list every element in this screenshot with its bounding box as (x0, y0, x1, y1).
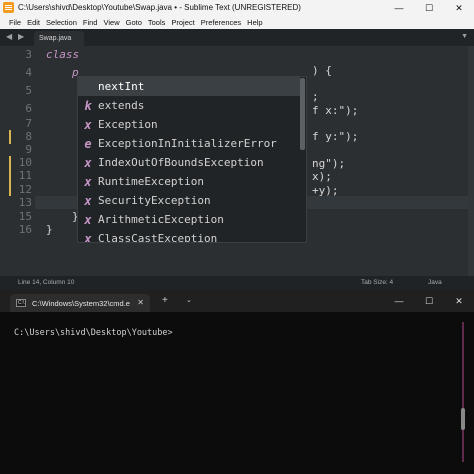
code-fragment: ) { (312, 64, 332, 77)
menu-preferences[interactable]: Preferences (198, 16, 244, 29)
code-fragment: f y:"); (312, 130, 359, 143)
terminal-tab-bar: C:\ C:\Windows\System32\cmd.e ✕ + ⌄ — ☐ … (0, 290, 474, 312)
menu-edit[interactable]: Edit (24, 16, 43, 29)
autocomplete-label: SecurityException (98, 194, 211, 207)
command-prompt[interactable]: C:\Users\shivd\Desktop\Youtube> (14, 328, 173, 338)
modified-line-marker (9, 130, 11, 144)
line-number: 16 (18, 223, 32, 236)
terminal-tab-label: C:\Windows\System32\cmd.e (32, 299, 130, 308)
terminal-window-controls: — ☐ ✕ (384, 290, 474, 312)
code-fragment: x); (312, 170, 332, 183)
terminal-scrollbar-thumb[interactable] (461, 408, 465, 430)
menu-find[interactable]: Find (80, 16, 101, 29)
line-number: 7 (25, 117, 32, 130)
line-number: 4 (25, 66, 32, 79)
title-bar: C:\Users\shivd\Desktop\Youtube\Swap.java… (0, 0, 474, 16)
menu-goto[interactable]: Goto (123, 16, 145, 29)
window-controls: — ☐ ✕ (384, 0, 474, 16)
tab-bar: ◀ ▶ Swap.java ▼ (0, 29, 474, 46)
maximize-icon[interactable]: ☐ (414, 0, 444, 16)
menu-tools[interactable]: Tools (145, 16, 169, 29)
class-kind-icon: x (84, 212, 92, 227)
autocomplete-label: Exception (98, 118, 158, 131)
code-brace: } (46, 223, 53, 236)
autocomplete-popup: nextInt k extends x Exception e Exceptio… (77, 76, 307, 243)
line-number: 15 (18, 210, 32, 223)
terminal-scrollbar-track (462, 322, 464, 462)
autocomplete-item[interactable]: x ArithmeticException (78, 210, 300, 229)
close-icon[interactable]: ✕ (444, 290, 474, 312)
tab-back-icon[interactable]: ◀ (6, 32, 12, 41)
tab-forward-icon[interactable]: ▶ (18, 32, 24, 41)
autocomplete-item[interactable]: x ClassCastException (78, 229, 300, 243)
maximize-icon[interactable]: ☐ (414, 290, 444, 312)
line-number: 8 (25, 130, 32, 143)
autocomplete-scrollbar[interactable] (300, 78, 305, 150)
status-syntax[interactable]: Java (428, 279, 442, 286)
modified-line-marker (9, 156, 11, 196)
class-kind-icon: x (84, 174, 92, 189)
terminal-window: C:\ C:\Windows\System32\cmd.e ✕ + ⌄ — ☐ … (0, 290, 474, 474)
autocomplete-item[interactable]: x Exception (78, 115, 300, 134)
chevron-down-icon[interactable]: ⌄ (186, 296, 192, 304)
code-fragment: ; (312, 90, 319, 103)
minimize-icon[interactable]: — (384, 0, 414, 16)
line-number: 6 (25, 102, 32, 115)
tab-swap-java[interactable]: Swap.java (34, 31, 84, 46)
autocomplete-item[interactable]: x IndexOutOfBoundsException (78, 153, 300, 172)
class-kind-icon: x (84, 117, 92, 132)
autocomplete-label: ArithmeticException (98, 213, 224, 226)
error-kind-icon: e (84, 136, 92, 151)
tab-list-dropdown-icon[interactable]: ▼ (461, 33, 468, 40)
class-kind-icon: x (84, 231, 92, 243)
status-tab-size[interactable]: Tab Size: 4 (361, 279, 393, 286)
code-fragment: f x:"); (312, 104, 359, 117)
autocomplete-label: ClassCastException (98, 232, 218, 243)
window-title: C:\Users\shivd\Desktop\Youtube\Swap.java… (18, 3, 301, 12)
line-number: 3 (25, 48, 32, 61)
code-fragment: +y); (312, 184, 339, 197)
status-cursor-position: Line 14, Column 10 (18, 279, 75, 286)
minimize-icon[interactable]: — (384, 290, 414, 312)
autocomplete-label: RuntimeException (98, 175, 204, 188)
autocomplete-item[interactable]: x RuntimeException (78, 172, 300, 191)
line-number: 12 (18, 183, 32, 196)
menu-file[interactable]: File (6, 16, 24, 29)
sublime-window: C:\Users\shivd\Desktop\Youtube\Swap.java… (0, 0, 474, 290)
autocomplete-item[interactable]: k extends (78, 96, 300, 115)
autocomplete-label: IndexOutOfBoundsException (98, 156, 264, 169)
autocomplete-label: ExceptionInInitializerError (98, 137, 277, 150)
autocomplete-item[interactable]: e ExceptionInInitializerError (78, 134, 300, 153)
keyword-kind-icon: k (84, 98, 92, 113)
terminal-tab[interactable]: C:\ C:\Windows\System32\cmd.e ✕ (10, 294, 150, 312)
tab-label: Swap.java (39, 35, 72, 42)
class-kind-icon: x (84, 193, 92, 208)
autocomplete-label: extends (98, 99, 145, 112)
menu-view[interactable]: View (100, 16, 122, 29)
line-number: 10 (18, 156, 32, 169)
menu-selection[interactable]: Selection (43, 16, 80, 29)
new-tab-icon[interactable]: + (162, 295, 168, 306)
cmd-icon: C:\ (16, 299, 26, 307)
class-kind-icon: x (84, 155, 92, 170)
menu-bar: File Edit Selection Find View Goto Tools… (0, 16, 474, 29)
minimap[interactable] (468, 46, 474, 276)
line-number: 5 (25, 84, 32, 97)
menu-project[interactable]: Project (168, 16, 197, 29)
code-editor[interactable]: 3 4 5 6 7 8 9 10 11 12 13 14 15 16 class… (0, 46, 474, 276)
code-keyword-class: class (46, 48, 80, 61)
code-fragment: ng"); (312, 157, 346, 170)
close-icon[interactable]: ✕ (444, 0, 474, 16)
line-number: 9 (25, 143, 32, 156)
line-number: 13 (18, 196, 32, 209)
line-number: 11 (18, 169, 32, 182)
sublime-app-icon (3, 2, 14, 13)
close-tab-icon[interactable]: ✕ (137, 298, 144, 307)
autocomplete-label: nextInt (98, 80, 145, 93)
status-bar: Line 14, Column 10 Tab Size: 4 Java (0, 276, 474, 290)
menu-help[interactable]: Help (244, 16, 265, 29)
autocomplete-item[interactable]: nextInt (78, 77, 300, 96)
autocomplete-item[interactable]: x SecurityException (78, 191, 300, 210)
